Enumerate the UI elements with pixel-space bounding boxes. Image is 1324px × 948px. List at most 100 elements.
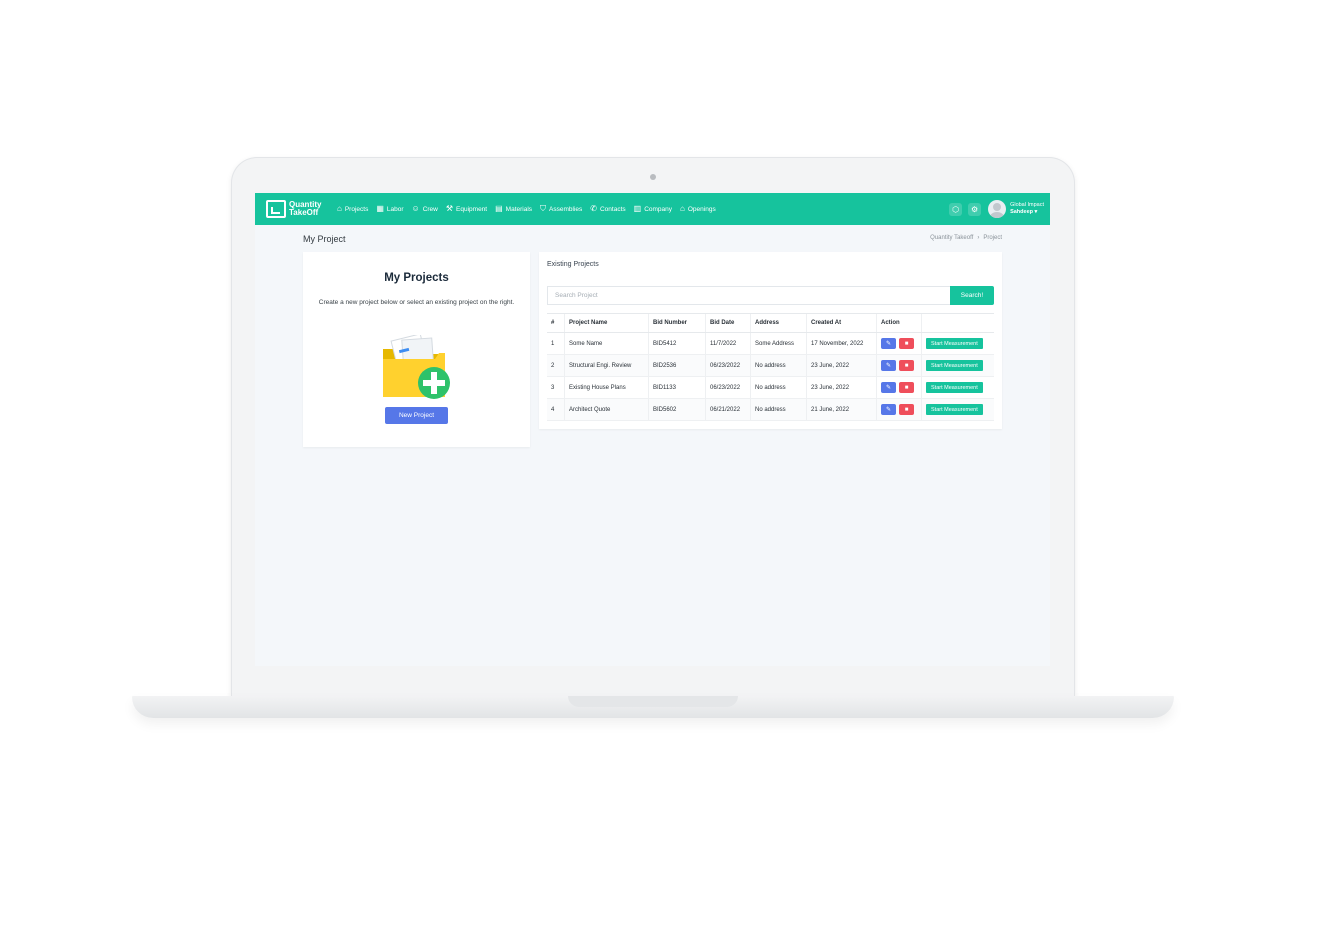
cell-bid-date: 06/23/2022 [705, 376, 751, 399]
cell-address: No address [750, 354, 807, 377]
home-icon: ⌂ [337, 204, 342, 213]
nav-right: ⬡ ⚙ Global Impact Sahdeep ▾ [943, 200, 1044, 218]
cell-bid-number: BID1133 [648, 376, 706, 399]
folder-add-icon [383, 335, 450, 399]
cell-created-at: 23 June, 2022 [806, 376, 877, 399]
table-header-row: # Project Name Bid Number Bid Date Addre… [547, 313, 994, 333]
start-measurement-button[interactable]: Start Measurement [926, 338, 983, 349]
cell-bid-date: 06/23/2022 [705, 354, 751, 377]
cell-measure: Start Measurement [921, 376, 994, 399]
breadcrumb-current: Project [983, 235, 1002, 241]
projects-table: # Project Name Bid Number Bid Date Addre… [547, 313, 994, 421]
cell-bid-number: BID5412 [648, 332, 706, 355]
nav-openings[interactable]: ⌂ Openings [680, 205, 716, 213]
nav-label: Company [644, 205, 673, 213]
col-created-at: Created At [806, 313, 877, 333]
user-company: Global Impact [1010, 202, 1044, 208]
brand-line2: TakeOff [289, 208, 319, 217]
col-number: # [547, 313, 565, 333]
nav-label: Crew [422, 205, 438, 213]
cell-actions: ✎ ■ [876, 376, 922, 399]
page-title: My Project [303, 234, 346, 244]
search-button[interactable]: Search! [950, 286, 994, 305]
cell-address: Some Address [750, 332, 807, 355]
cell-bid-number: BID5602 [648, 398, 706, 421]
cell-actions: ✎ ■ [876, 398, 922, 421]
laptop-notch [568, 696, 738, 707]
table-row[interactable]: 2 Structural Engi. Review BID2536 06/23/… [547, 354, 994, 377]
trash-icon[interactable]: ■ [899, 360, 914, 371]
col-address: Address [750, 313, 807, 333]
nav-labor[interactable]: ▦ Labor [376, 205, 403, 213]
cell-created-at: 21 June, 2022 [806, 398, 877, 421]
search-input[interactable] [547, 286, 950, 305]
logo-icon [266, 200, 286, 218]
settings-icon[interactable]: ⚙ [968, 202, 982, 216]
nav-label: Labor [386, 205, 404, 213]
top-navbar: Quantity TakeOff ⌂ Projects ▦ Labor ☺ Crew … [255, 193, 1050, 225]
table-row[interactable]: 3 Existing House Plans BID1133 06/23/202… [547, 376, 994, 399]
cell-project-name: Existing House Plans [564, 376, 649, 399]
col-bid-date: Bid Date [705, 313, 751, 333]
nav-crew[interactable]: ☺ Crew [412, 205, 438, 213]
nav-label: Contacts [599, 205, 626, 213]
edit-icon[interactable]: ✎ [881, 338, 896, 349]
start-measurement-button[interactable]: Start Measurement [926, 404, 983, 415]
new-project-button[interactable]: New Project [385, 407, 448, 424]
cube-icon[interactable]: ⬡ [949, 202, 963, 216]
nav-label: Assemblies [549, 205, 583, 213]
existing-projects-card: Existing Projects Search! # Project Name… [539, 252, 1002, 429]
breadcrumb: Quantity Takeoff › Project [930, 235, 1002, 241]
nav-company[interactable]: ▥ Company [634, 205, 672, 213]
card-title: My Projects [384, 272, 449, 284]
nav-label: Materials [505, 205, 533, 213]
nav-contacts[interactable]: ✆ Contacts [590, 205, 625, 213]
webcam [650, 174, 656, 180]
edit-icon[interactable]: ✎ [881, 360, 896, 371]
start-measurement-button[interactable]: Start Measurement [926, 360, 983, 371]
card-description: Create a new project below or select an … [318, 299, 515, 306]
shield-icon: ⛉ [540, 204, 547, 213]
new-project-card: My Projects Create a new project below o… [303, 252, 530, 447]
cell-number: 4 [547, 398, 565, 421]
user-menu[interactable]: Global Impact Sahdeep ▾ [1010, 202, 1044, 216]
nav-materials[interactable]: ▤ Materials [495, 205, 532, 213]
cell-address: No address [750, 376, 807, 399]
cell-created-at: 23 June, 2022 [806, 354, 877, 377]
avatar[interactable] [988, 200, 1007, 218]
col-measure [921, 313, 994, 333]
clipboard-icon: ▤ [495, 204, 503, 213]
cell-measure: Start Measurement [921, 398, 994, 421]
col-action: Action [876, 313, 922, 333]
edit-icon[interactable]: ✎ [881, 382, 896, 393]
phone-icon: ✆ [590, 204, 597, 213]
cell-created-at: 17 November, 2022 [806, 332, 877, 355]
nav-label: Equipment [456, 205, 488, 213]
cell-number: 1 [547, 332, 565, 355]
cell-bid-number: BID2536 [648, 354, 706, 377]
cell-measure: Start Measurement [921, 332, 994, 355]
door-icon: ⌂ [680, 204, 685, 213]
cell-actions: ✎ ■ [876, 332, 922, 355]
building-icon: ▥ [633, 204, 642, 213]
breadcrumb-home[interactable]: Quantity Takeoff [930, 235, 973, 241]
search-bar: Search! [547, 286, 994, 305]
nav-label: Openings [687, 205, 716, 213]
brand-logo[interactable]: Quantity TakeOff [266, 200, 325, 218]
grid-icon: ▦ [376, 204, 384, 213]
table-row[interactable]: 4 Architect Quote BID5602 06/21/2022 No … [547, 398, 994, 421]
trash-icon[interactable]: ■ [899, 338, 914, 349]
nav-equipment[interactable]: ⚒ Equipment [446, 205, 487, 213]
start-measurement-button[interactable]: Start Measurement [926, 382, 983, 393]
cell-actions: ✎ ■ [876, 354, 922, 377]
nav-projects[interactable]: ⌂ Projects [337, 205, 368, 213]
card-title: Existing Projects [547, 261, 599, 268]
table-row[interactable]: 1 Some Name BID5412 11/7/2022 Some Addre… [547, 332, 994, 355]
edit-icon[interactable]: ✎ [881, 404, 896, 415]
nav-assemblies[interactable]: ⛉ Assemblies [540, 205, 582, 213]
cell-measure: Start Measurement [921, 354, 994, 377]
cell-bid-date: 06/21/2022 [705, 398, 751, 421]
cell-project-name: Structural Engi. Review [564, 354, 649, 377]
trash-icon[interactable]: ■ [899, 404, 914, 415]
trash-icon[interactable]: ■ [899, 382, 914, 393]
